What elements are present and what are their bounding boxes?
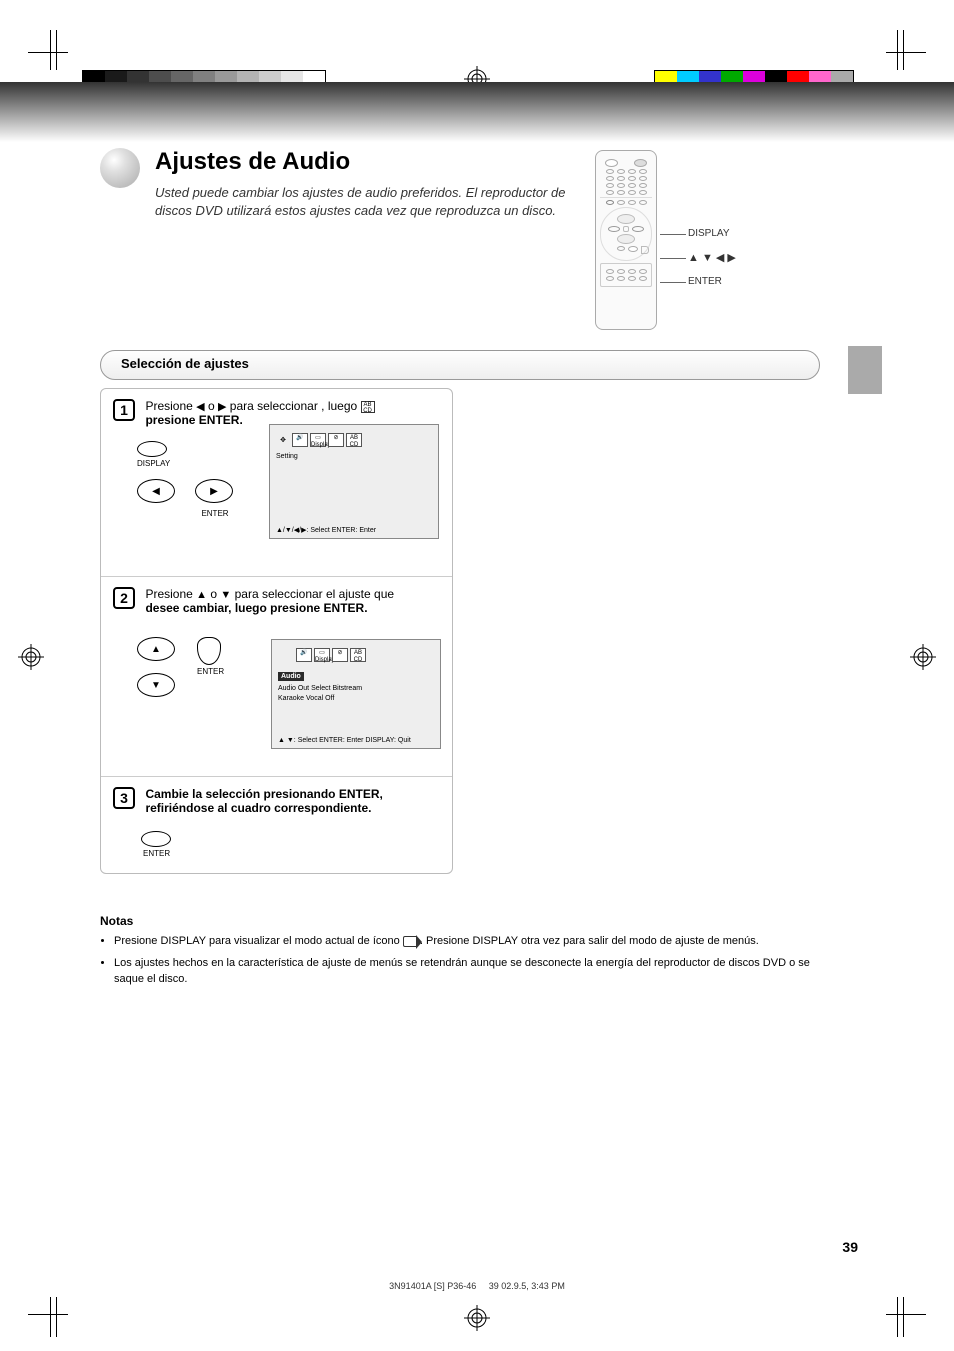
section-tab [848, 346, 882, 394]
up-arrow-button[interactable]: ▲ [137, 637, 175, 661]
button-label: ENTER [197, 509, 233, 518]
step-number: 1 [113, 399, 135, 421]
registration-target-icon [18, 644, 44, 670]
crop-mark-icon [886, 30, 926, 70]
page-title: Ajustes de Audio [155, 148, 350, 176]
print-registration-bottom [0, 1277, 954, 1337]
osd-footer: ▲/▼/◀/▶: Select ENTER: Enter [276, 526, 376, 534]
step-2: 2 Presione ▲ o ▼ para seleccionar el aju… [101, 577, 452, 777]
button-label: DISPLAY [137, 459, 170, 468]
mini-osd-step2: 🔊 ▭Display ⊘ AB CD Audio Audio Out Selec… [271, 639, 441, 749]
osd-footer: ▲ ▼: Select ENTER: Enter DISPLAY: Quit [278, 737, 411, 744]
down-arrow-button[interactable]: ▼ [137, 673, 175, 697]
osd-icon-lang: AB CD [346, 433, 362, 447]
osd-setting-label: Setting [276, 453, 432, 461]
crop-mark-icon [28, 1297, 68, 1337]
osd-icon-parental: ⊘ [328, 433, 344, 447]
note-item: Los ajustes hechos en la característica … [114, 956, 840, 988]
note-item: Presione DISPLAY para visualizar el modo… [114, 934, 840, 950]
display-button[interactable] [137, 441, 167, 457]
page-number: 39 [842, 1239, 858, 1255]
registration-target-icon [910, 644, 936, 670]
osd-icon-parental: ⊘ [332, 648, 348, 662]
osd-icon-audio: 🔊 [292, 433, 308, 447]
callout-enter: ENTER [688, 276, 722, 287]
osd-option: Karaoke Vocal Off [278, 694, 434, 703]
registration-target-icon [464, 1305, 490, 1331]
step-1: 1 Presione ◀ o ▶ para seleccionar , lueg… [101, 389, 452, 577]
page-subtitle: Usted puede cambiar los ajustes de audio… [155, 184, 575, 219]
right-arrow-button[interactable]: ▶ [195, 479, 233, 503]
left-arrow-icon: ◀ [196, 401, 204, 413]
mini-osd-step1: ✥ 🔊 ▭Display ⊘ AB CD Setting ▲/▼/◀/▶: Se… [269, 424, 439, 539]
speaker-icon [403, 936, 417, 947]
callout-display: DISPLAY [688, 228, 730, 239]
enter-button[interactable] [141, 831, 171, 847]
osd-option: Audio Out Select Bitstream [278, 684, 434, 693]
step-text: Presione ▲ o ▼ para seleccionar el ajust… [145, 587, 394, 615]
notes-list: Presione DISPLAY para visualizar el modo… [100, 934, 840, 994]
bullet-sphere-icon [100, 148, 140, 188]
enter-button[interactable] [197, 637, 221, 665]
steps-card: 1 Presione ◀ o ▶ para seleccionar , lueg… [100, 388, 453, 874]
step-text: Presione ◀ o ▶ para seleccionar , luego … [145, 399, 374, 427]
osd-icon-display: ▭Display [310, 433, 326, 447]
step-3: 3 Cambie la selección presionando ENTER,… [101, 777, 452, 873]
section-header-pill: Selección de ajustes [100, 350, 820, 380]
notes-heading: Notas [100, 914, 133, 928]
callout-arrows: ▲ ▼ ◀ ▶ [688, 251, 736, 264]
osd-icon-lang: AB CD [350, 648, 366, 662]
left-arrow-button[interactable]: ◀ [137, 479, 175, 503]
crop-mark-icon [886, 1297, 926, 1337]
step-number: 3 [113, 787, 135, 809]
print-registration-top [0, 30, 954, 90]
header-gradient [0, 82, 954, 142]
osd-highlight: Audio [278, 672, 304, 681]
step-number: 2 [113, 587, 135, 609]
section-tab-label: Ajustes de funciones [905, 256, 914, 346]
remote-control-illustration [595, 150, 657, 330]
move-icon: ✥ [276, 433, 290, 447]
button-label: ENTER [197, 667, 224, 676]
crop-mark-icon [28, 30, 68, 70]
osd-icon-audio: 🔊 [296, 648, 312, 662]
step-text: Cambie la selección presionando ENTER, r… [145, 787, 382, 815]
button-label: ENTER [143, 849, 440, 858]
down-arrow-icon: ▼ [220, 589, 231, 601]
up-arrow-icon: ▲ [196, 589, 207, 601]
osd-icon-display: ▭Display [314, 648, 330, 662]
